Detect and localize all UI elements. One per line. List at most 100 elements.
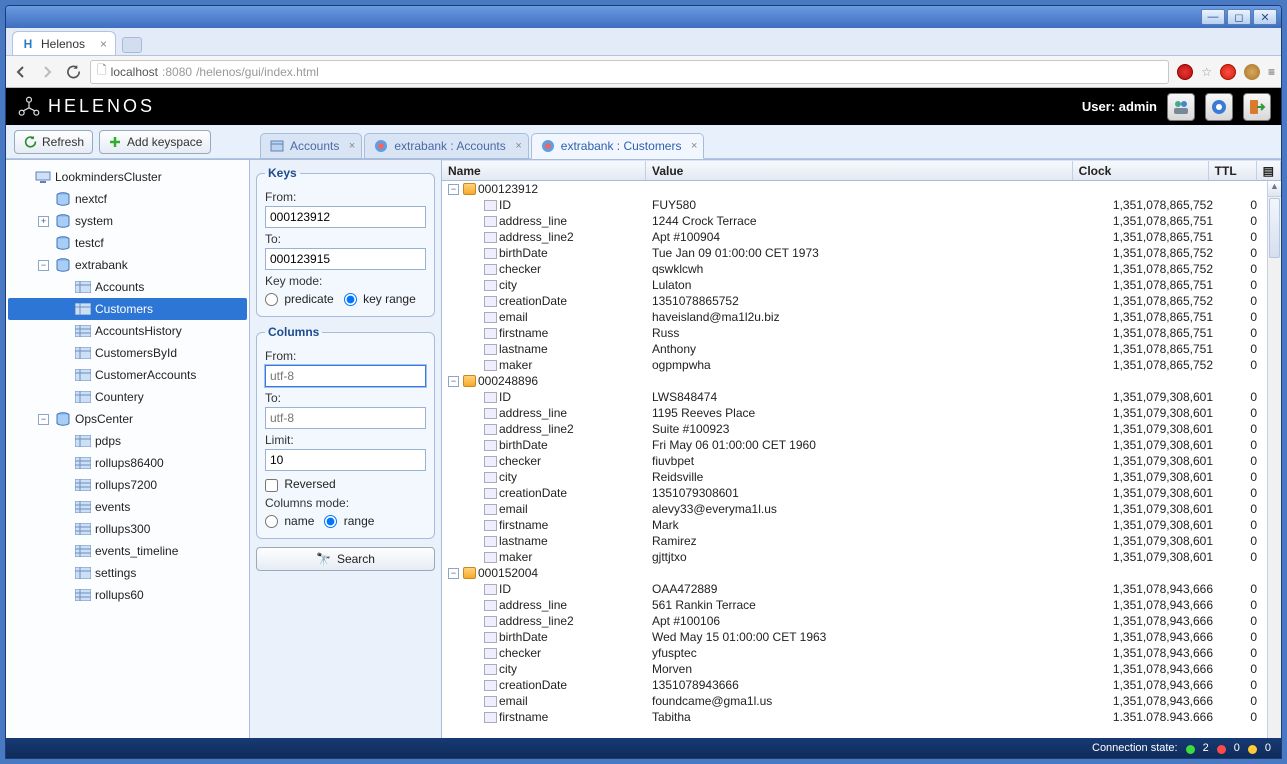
- collapse-icon[interactable]: −: [448, 376, 459, 387]
- grid-body[interactable]: − 000123912 IDFUY5801,351,078,865,7520 a…: [442, 181, 1267, 738]
- table-row[interactable]: firstnameTabitha1.351.078.943.6660: [442, 709, 1267, 725]
- table-row[interactable]: makerogpmpwha1,351,078,865,7520: [442, 357, 1267, 373]
- table-row[interactable]: emailfoundcame@gma1l.us1,351,078,943,666…: [442, 693, 1267, 709]
- forward-button[interactable]: [38, 63, 56, 81]
- tree-item[interactable]: settings: [8, 562, 247, 584]
- keys-mode-keyrange[interactable]: key range: [344, 292, 416, 306]
- row-key[interactable]: − 000152004: [442, 565, 1267, 581]
- table-row[interactable]: address_line2Apt #1001061,351,078,943,66…: [442, 613, 1267, 629]
- table-row[interactable]: checkerqswklcwh1,351,078,865,7520: [442, 261, 1267, 277]
- row-key[interactable]: − 000248896: [442, 373, 1267, 389]
- collapse-icon[interactable]: −: [448, 568, 459, 579]
- keys-from-input[interactable]: [265, 206, 426, 228]
- table-row[interactable]: makergjttjtxo1,351,079,308,6010: [442, 549, 1267, 565]
- tree-item[interactable]: −extrabank: [8, 254, 247, 276]
- table-row[interactable]: IDOAA4728891,351,078,943,6660: [442, 581, 1267, 597]
- table-row[interactable]: address_line561 Rankin Terrace1,351,078,…: [442, 597, 1267, 613]
- table-row[interactable]: IDFUY5801,351,078,865,7520: [442, 197, 1267, 213]
- keys-to-input[interactable]: [265, 248, 426, 270]
- back-button[interactable]: [12, 63, 30, 81]
- collapse-icon[interactable]: −: [448, 184, 459, 195]
- tree-item[interactable]: +system: [8, 210, 247, 232]
- tree-item[interactable]: nextcf: [8, 188, 247, 210]
- tab-close-icon[interactable]: ×: [515, 140, 521, 152]
- table-row[interactable]: creationDate13510788657521,351,078,865,7…: [442, 293, 1267, 309]
- tree-item[interactable]: CustomersById: [8, 342, 247, 364]
- table-row[interactable]: creationDate13510789436661,351,078,943,6…: [442, 677, 1267, 693]
- tab-close-icon[interactable]: ×: [691, 140, 697, 152]
- table-row[interactable]: address_line1195 Reeves Place1,351,079,3…: [442, 405, 1267, 421]
- browser-tab[interactable]: H Helenos ×: [12, 31, 116, 55]
- tree-item[interactable]: Countery: [8, 386, 247, 408]
- cols-limit-input[interactable]: [265, 449, 426, 471]
- tree-item[interactable]: testcf: [8, 232, 247, 254]
- tab-close-icon[interactable]: ×: [349, 140, 355, 152]
- cols-to-input[interactable]: [265, 407, 426, 429]
- ext1-icon[interactable]: [1177, 64, 1193, 80]
- col-name[interactable]: Name: [442, 161, 646, 180]
- table-row[interactable]: birthDateWed May 15 01:00:00 CET 19631,3…: [442, 629, 1267, 645]
- cluster-tree[interactable]: LookmindersClusternextcf+systemtestcf−ex…: [6, 160, 250, 738]
- table-row[interactable]: cityReidsville1,351,079,308,6010: [442, 469, 1267, 485]
- expand-icon[interactable]: +: [38, 216, 49, 227]
- table-row[interactable]: lastnameRamirez1,351,079,308,6010: [442, 533, 1267, 549]
- table-row[interactable]: firstnameRuss1,351,078,865,7510: [442, 325, 1267, 341]
- url-input[interactable]: 🗋 localhost:8080/helenos/gui/index.html: [90, 60, 1169, 84]
- cols-mode-name[interactable]: name: [265, 514, 314, 528]
- content-tab[interactable]: extrabank : Accounts×: [364, 133, 528, 159]
- cols-mode-range[interactable]: range: [324, 514, 374, 528]
- window-minimize-button[interactable]: —: [1201, 9, 1225, 25]
- new-tab-button[interactable]: [122, 37, 142, 53]
- table-row[interactable]: address_line2Apt #1009041,351,078,865,75…: [442, 229, 1267, 245]
- table-row[interactable]: creationDate13510793086011,351,079,308,6…: [442, 485, 1267, 501]
- tree-item[interactable]: LookmindersCluster: [8, 166, 247, 188]
- window-close-button[interactable]: ✕: [1253, 9, 1277, 25]
- tree-item[interactable]: rollups7200: [8, 474, 247, 496]
- collapse-icon[interactable]: −: [38, 414, 49, 425]
- table-row[interactable]: checkeryfusptec1,351,078,943,6660: [442, 645, 1267, 661]
- ext2-icon[interactable]: [1220, 64, 1236, 80]
- settings-button[interactable]: [1205, 93, 1233, 121]
- keys-mode-predicate[interactable]: predicate: [265, 292, 334, 306]
- col-ttl[interactable]: TTL: [1209, 161, 1257, 180]
- search-button[interactable]: 🔭 Search: [256, 547, 435, 571]
- table-row[interactable]: address_line2Suite #1009231,351,079,308,…: [442, 421, 1267, 437]
- add-keyspace-button[interactable]: Add keyspace: [99, 130, 211, 154]
- table-row[interactable]: emailhaveisland@ma1l2u.biz1,351,078,865,…: [442, 309, 1267, 325]
- table-row[interactable]: cityLulaton1,351,078,865,7510: [442, 277, 1267, 293]
- table-row[interactable]: address_line1244 Crock Terrace1,351,078,…: [442, 213, 1267, 229]
- refresh-button[interactable]: Refresh: [14, 130, 93, 154]
- col-clock[interactable]: Clock: [1073, 161, 1209, 180]
- ext3-icon[interactable]: [1244, 64, 1260, 80]
- cols-reversed[interactable]: Reversed: [265, 477, 336, 491]
- col-value[interactable]: Value: [646, 161, 1073, 180]
- table-row[interactable]: firstnameMark1,351,079,308,6010: [442, 517, 1267, 533]
- table-row[interactable]: cityMorven1,351,078,943,6660: [442, 661, 1267, 677]
- col-options-icon[interactable]: ▤: [1257, 161, 1281, 180]
- reload-button[interactable]: [64, 63, 82, 81]
- tree-item[interactable]: Accounts: [8, 276, 247, 298]
- tree-item[interactable]: pdps: [8, 430, 247, 452]
- table-row[interactable]: birthDateTue Jan 09 01:00:00 CET 19731,3…: [442, 245, 1267, 261]
- menu-icon[interactable]: ≡: [1268, 65, 1275, 79]
- tree-item[interactable]: events_timeline: [8, 540, 247, 562]
- tree-item[interactable]: −OpsCenter: [8, 408, 247, 430]
- table-row[interactable]: IDLWS8484741,351,079,308,6010: [442, 389, 1267, 405]
- table-row[interactable]: lastnameAnthony1,351,078,865,7510: [442, 341, 1267, 357]
- content-tab[interactable]: extrabank : Customers×: [531, 133, 705, 159]
- table-row[interactable]: birthDateFri May 06 01:00:00 CET 19601,3…: [442, 437, 1267, 453]
- collapse-icon[interactable]: −: [38, 260, 49, 271]
- table-row[interactable]: checkerfiuvbpet1,351,079,308,6010: [442, 453, 1267, 469]
- tree-item[interactable]: AccountsHistory: [8, 320, 247, 342]
- tree-item[interactable]: rollups60: [8, 584, 247, 606]
- cols-from-input[interactable]: [265, 365, 426, 387]
- tree-item[interactable]: events: [8, 496, 247, 518]
- tab-close-icon[interactable]: ×: [100, 37, 107, 51]
- window-maximize-button[interactable]: ◻: [1227, 9, 1251, 25]
- row-key[interactable]: − 000123912: [442, 181, 1267, 197]
- tree-item[interactable]: CustomerAccounts: [8, 364, 247, 386]
- tree-item[interactable]: rollups300: [8, 518, 247, 540]
- logout-button[interactable]: [1243, 93, 1271, 121]
- bookmark-icon[interactable]: ☆: [1201, 65, 1212, 79]
- tree-item[interactable]: rollups86400: [8, 452, 247, 474]
